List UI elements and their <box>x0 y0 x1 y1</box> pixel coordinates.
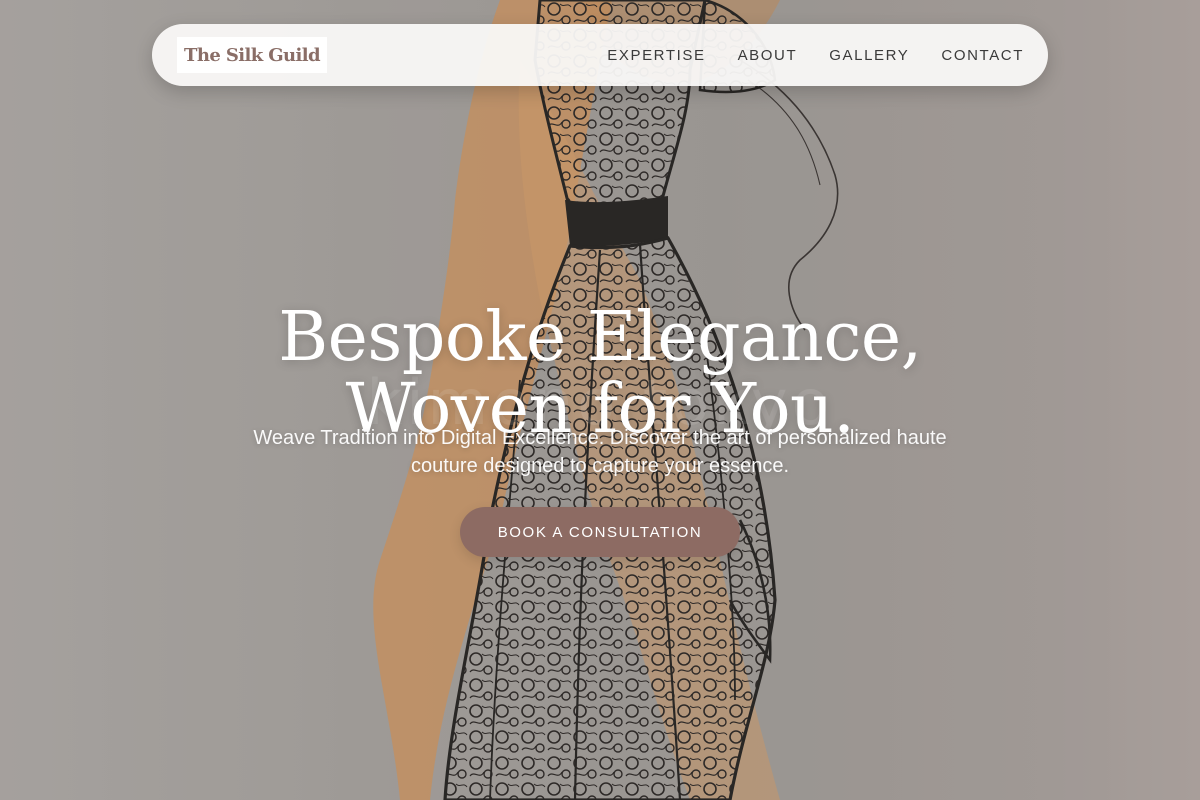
hero-subtitle: Weave Tradition into Digital Excellence.… <box>253 427 947 477</box>
nav-links: EXPERTISE ABOUT GALLERY CONTACT <box>575 47 1024 64</box>
nav-link-gallery[interactable]: GALLERY <box>829 47 909 64</box>
nav-link-contact[interactable]: CONTACT <box>941 47 1024 64</box>
hero-section: kimono tokyo Bespoke Elegance, Woven for… <box>0 0 1200 800</box>
book-consultation-button[interactable]: BOOK A CONSULTATION <box>460 507 740 557</box>
hero-headline-line-1: Bespoke Elegance, <box>278 297 922 377</box>
logo-text: The Silk Guild <box>184 44 321 66</box>
nav-link-about[interactable]: ABOUT <box>738 47 798 64</box>
top-navigation: The Silk Guild EXPERTISE ABOUT GALLERY C… <box>152 24 1048 86</box>
site-logo[interactable]: The Silk Guild <box>177 37 327 73</box>
nav-link-expertise[interactable]: EXPERTISE <box>607 47 705 64</box>
